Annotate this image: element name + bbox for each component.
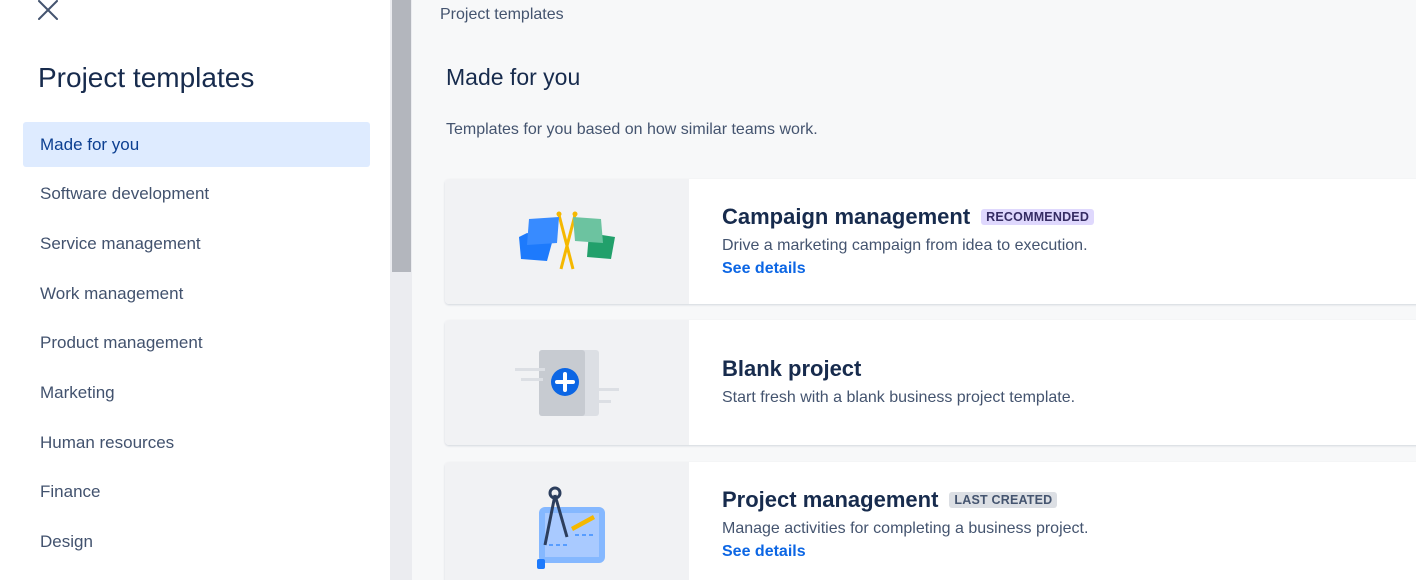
card-title-row: Project management LAST CREATED bbox=[722, 487, 1088, 513]
last-created-badge: LAST CREATED bbox=[949, 492, 1058, 508]
template-card-blank-project[interactable]: Blank project Start fresh with a blank b… bbox=[445, 320, 1416, 445]
card-description: Start fresh with a blank business projec… bbox=[722, 389, 1076, 406]
nav-item-product-management[interactable]: Product management bbox=[23, 321, 370, 366]
close-button[interactable] bbox=[34, 0, 62, 24]
nav-item-software-development[interactable]: Software development bbox=[23, 172, 370, 217]
breadcrumb[interactable]: Project templates bbox=[440, 6, 564, 24]
nav-item-finance[interactable]: Finance bbox=[23, 470, 370, 515]
crossed-flags-icon bbox=[519, 211, 615, 269]
card-content: Blank project Start fresh with a blank b… bbox=[722, 356, 1075, 407]
card-title-row: Campaign management RECOMMENDED bbox=[722, 204, 1095, 230]
template-sidebar: Project templates Made for you Software … bbox=[0, 0, 390, 580]
nav-item-design[interactable]: Design bbox=[23, 520, 370, 565]
card-thumbnail bbox=[445, 320, 689, 445]
section-description: Templates for you based on how similar t… bbox=[446, 121, 818, 138]
see-details-link[interactable]: See details bbox=[722, 260, 806, 278]
nav-item-work-management[interactable]: Work management bbox=[23, 271, 370, 316]
nav-item-made-for-you[interactable]: Made for you bbox=[23, 122, 370, 167]
nav-item-human-resources[interactable]: Human resources bbox=[23, 420, 370, 465]
sidebar-title: Project templates bbox=[38, 62, 255, 93]
blueprint-compass-icon bbox=[537, 486, 605, 569]
card-description: Drive a marketing campaign from idea to … bbox=[722, 237, 1088, 254]
see-details-link[interactable]: See details bbox=[722, 543, 806, 561]
nav-item-service-management[interactable]: Service management bbox=[23, 221, 370, 266]
card-thumbnail bbox=[445, 179, 689, 304]
close-icon bbox=[38, 0, 58, 20]
template-card-campaign-management[interactable]: Campaign management RECOMMENDED Drive a … bbox=[445, 179, 1416, 304]
template-card-project-management[interactable]: Project management LAST CREATED Manage a… bbox=[445, 462, 1416, 580]
section-title: Made for you bbox=[446, 64, 581, 90]
sidebar-scrollbar-thumb[interactable] bbox=[392, 0, 411, 272]
card-title[interactable]: Campaign management bbox=[722, 204, 970, 230]
card-content: Campaign management RECOMMENDED Drive a … bbox=[722, 204, 1095, 278]
blank-project-plus-icon bbox=[515, 349, 619, 416]
card-thumbnail bbox=[445, 462, 689, 580]
card-title[interactable]: Blank project bbox=[722, 356, 861, 382]
card-title-row: Blank project bbox=[722, 356, 1075, 382]
card-title[interactable]: Project management bbox=[722, 487, 938, 513]
recommended-badge: RECOMMENDED bbox=[981, 209, 1095, 225]
card-content: Project management LAST CREATED Manage a… bbox=[722, 487, 1088, 561]
category-nav: Made for you Software development Servic… bbox=[23, 122, 370, 569]
card-description: Manage activities for completing a busin… bbox=[722, 520, 1089, 537]
main-panel: Project templates Made for you Templates… bbox=[412, 0, 1416, 580]
nav-item-marketing[interactable]: Marketing bbox=[23, 370, 370, 415]
